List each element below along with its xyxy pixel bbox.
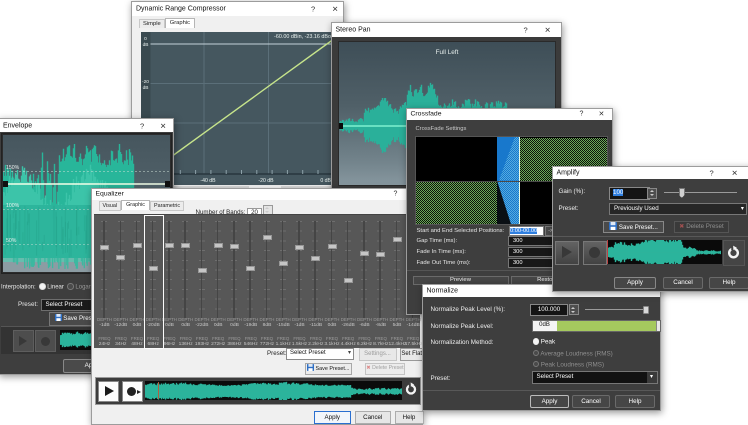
svg-text:dB: dB	[143, 85, 149, 91]
svg-text:100%: 100%	[6, 203, 20, 209]
svg-text:-20 dB: -20 dB	[258, 178, 274, 184]
svg-text:dB: dB	[143, 42, 149, 48]
svg-text:150%: 150%	[6, 165, 20, 171]
svg-text:-60.00 dBin, -23.16 dBo: -60.00 dBin, -23.16 dBo	[274, 34, 331, 40]
svg-text:50%: 50%	[6, 238, 17, 244]
svg-text:-40 dB: -40 dB	[200, 178, 216, 184]
svg-text:-20: -20	[142, 79, 149, 85]
svg-text:Full Left: Full Left	[435, 49, 458, 56]
svg-text:0: 0	[144, 36, 147, 42]
